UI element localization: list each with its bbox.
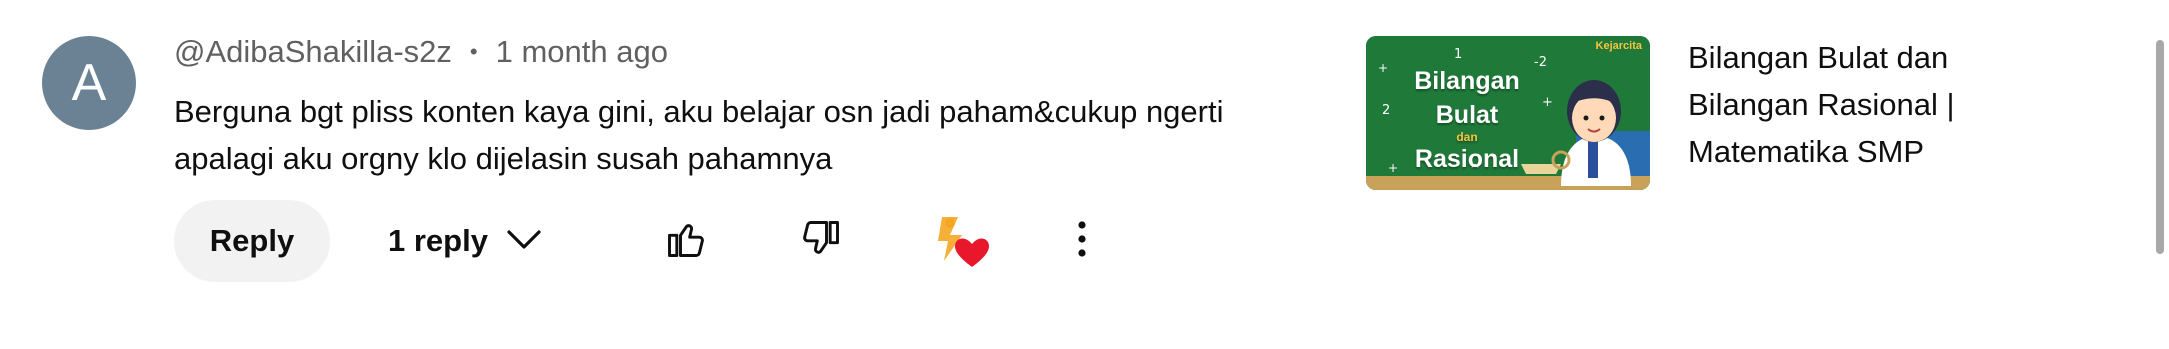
- like-button[interactable]: [658, 213, 714, 269]
- video-title-line: Bilangan Rasional |: [1688, 87, 1955, 122]
- thumbnail-title-line: Rasional: [1414, 145, 1520, 173]
- author-handle[interactable]: @AdibaShakilla-s2z: [174, 34, 452, 70]
- svg-text:+: +: [1378, 61, 1388, 75]
- comment-text-line: Berguna bgt pliss konten kaya gini, aku …: [174, 94, 1224, 129]
- svg-text:+: +: [1542, 95, 1553, 110]
- video-title[interactable]: Bilangan Bulat dan Bilangan Rasional | M…: [1688, 34, 2018, 175]
- chevron-down-icon: [506, 223, 542, 259]
- creator-heart-icon: [928, 209, 992, 278]
- thumbnail-title-line: Bilangan: [1414, 67, 1520, 95]
- reply-button[interactable]: Reply: [174, 200, 330, 282]
- creator-heart-badge: [928, 211, 992, 275]
- svg-text:1: 1: [1454, 47, 1462, 62]
- dislike-button[interactable]: [793, 213, 849, 269]
- video-title-line: Bilangan Bulat dan: [1688, 40, 1949, 75]
- comment-time[interactable]: 1 month ago: [496, 34, 668, 70]
- avatar-letter: A: [71, 54, 107, 112]
- thumbnail-title: Bilangan Bulat dan Rasional: [1392, 64, 1542, 176]
- scrollbar-thumb[interactable]: [2156, 40, 2164, 254]
- more-options-icon: [1074, 219, 1090, 264]
- thumbnail-title-line: Bulat: [1435, 101, 1499, 129]
- thumbnail-title-and: dan: [1456, 130, 1478, 144]
- dislike-icon: [799, 217, 843, 266]
- reply-button-label: Reply: [209, 223, 295, 258]
- like-icon: [664, 217, 708, 266]
- video-thumbnail[interactable]: + 1 -2 2 + + ^ Bilangan Bulat dan Rasion…: [1366, 36, 1650, 190]
- video-title-line: Matematika SMP: [1688, 134, 1925, 169]
- comment-text: Berguna bgt pliss konten kaya gini, aku …: [174, 88, 1354, 182]
- meta-separator: •: [469, 39, 478, 64]
- replies-count-label: 1 reply: [388, 223, 488, 258]
- comment-text-line: apalagi aku orgny klo dijelasin susah pa…: [174, 141, 833, 176]
- avatar[interactable]: A: [42, 36, 136, 130]
- comment-meta: @AdibaShakilla-s2z • 1 month ago: [174, 34, 668, 70]
- view-replies-button[interactable]: 1 reply: [388, 212, 542, 270]
- thumbnail-brand: Kejarcita: [1595, 40, 1642, 52]
- more-options-button[interactable]: [1054, 213, 1110, 269]
- svg-text:2: 2: [1382, 103, 1390, 118]
